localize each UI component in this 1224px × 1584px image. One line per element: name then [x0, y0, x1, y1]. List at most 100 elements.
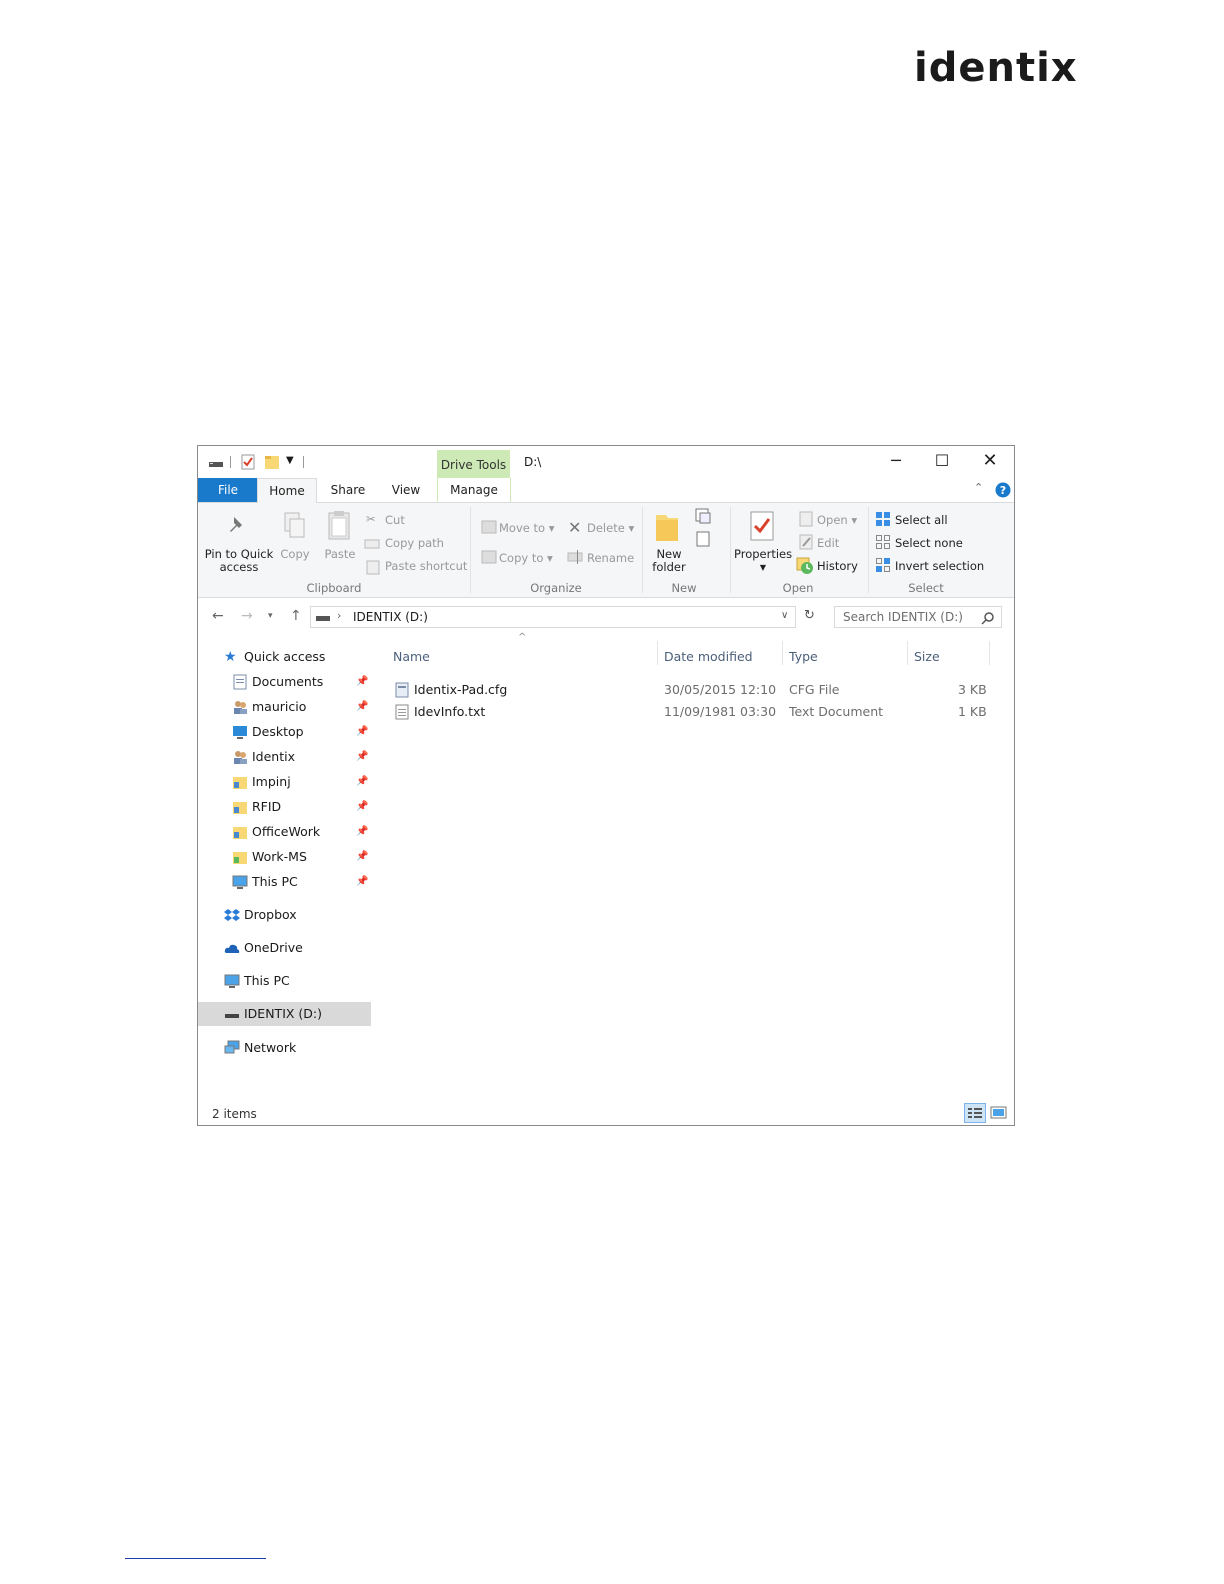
select-all-button[interactable]: Select all: [895, 513, 948, 527]
column-name[interactable]: Name: [393, 649, 430, 664]
breadcrumb-chevron-icon: ›: [337, 609, 342, 622]
file-list: ^ Name Date modified Type Size Identix-P…: [376, 632, 1014, 1096]
nav-item-this-pc-pinned[interactable]: This PC 📌: [232, 871, 372, 893]
move-to-button[interactable]: Move to ▾: [499, 521, 554, 535]
copy-path-button[interactable]: Copy path: [385, 536, 444, 550]
collapse-ribbon-icon[interactable]: ⌃: [974, 481, 983, 494]
delete-button[interactable]: Delete ▾: [587, 521, 634, 535]
nav-item-desktop[interactable]: Desktop 📌: [232, 721, 372, 743]
navigation-pane: ★ Quick access Documents 📌 mauricio 📌 De…: [198, 636, 376, 1096]
open-button[interactable]: Open ▾: [817, 513, 857, 527]
properties-qa-icon[interactable]: [240, 454, 256, 470]
address-bar-row: ← → ▾ ↑ › IDENTIX (D:) ∨ ↻ Search IDENTI…: [198, 598, 1014, 634]
nav-item-identix[interactable]: Identix 📌: [232, 746, 372, 768]
address-input[interactable]: › IDENTIX (D:) ∨: [310, 606, 796, 628]
paste-icon: [328, 511, 350, 540]
edit-button[interactable]: Edit: [817, 536, 839, 550]
open-group-label: Open: [782, 581, 814, 595]
tab-share[interactable]: Share: [322, 478, 374, 502]
pin-to-quick-access-button[interactable]: Pin to Quick access: [204, 548, 274, 574]
new-folder-qa-icon[interactable]: [264, 454, 280, 470]
computer-icon: [224, 974, 240, 988]
star-icon: ★: [224, 649, 237, 665]
forward-arrow-icon[interactable]: →: [241, 608, 253, 624]
address-dropdown-icon[interactable]: ∨: [781, 610, 788, 621]
column-date-modified[interactable]: Date modified: [664, 649, 753, 664]
dropbox-icon: [224, 909, 240, 921]
maximize-button[interactable]: ☐: [924, 451, 960, 471]
nav-item-mauricio[interactable]: mauricio 📌: [232, 696, 372, 718]
refresh-icon[interactable]: ↻: [804, 608, 815, 623]
scissors-icon: ✂: [366, 512, 376, 526]
rename-icon: [567, 550, 583, 564]
help-icon[interactable]: ?: [995, 482, 1011, 498]
tab-file[interactable]: File: [198, 478, 258, 502]
invert-selection-button[interactable]: Invert selection: [895, 559, 984, 573]
column-size[interactable]: Size: [914, 649, 940, 664]
onedrive-cloud-icon: [224, 944, 240, 953]
history-button[interactable]: History: [817, 559, 858, 573]
select-none-button[interactable]: Select none: [895, 536, 963, 550]
details-view-icon[interactable]: [964, 1103, 986, 1123]
column-type[interactable]: Type: [789, 649, 818, 664]
folder-icon: [233, 852, 247, 864]
documents-icon: [233, 674, 247, 690]
network-icon: [224, 1040, 240, 1054]
rename-button[interactable]: Rename: [587, 551, 634, 565]
drive-icon: [316, 616, 330, 621]
pin-icon: 📌: [356, 826, 369, 837]
move-to-icon: [481, 520, 497, 534]
pin-icon: 📌: [356, 701, 369, 712]
pin-icon: 📌: [356, 776, 369, 787]
desktop-icon: [233, 726, 247, 739]
properties-button[interactable]: Properties ▼: [734, 548, 792, 574]
tab-view[interactable]: View: [382, 478, 430, 502]
clipboard-group-label: Clipboard: [306, 581, 362, 595]
file-row[interactable]: Identix-Pad.cfg 30/05/2015 12:10 CFG Fil…: [376, 679, 1014, 701]
nav-item-documents[interactable]: Documents 📌: [232, 671, 372, 693]
paste-shortcut-button[interactable]: Paste shortcut: [385, 559, 467, 573]
pin-icon: 📌: [356, 876, 369, 887]
minimize-button[interactable]: ─: [878, 451, 914, 471]
pin-icon: 📌: [356, 676, 369, 687]
qa-customize-icon[interactable]: ▼: [286, 455, 294, 471]
nav-item-rfid[interactable]: RFID 📌: [232, 796, 372, 818]
new-folder-button[interactable]: New folder: [644, 548, 694, 574]
cfg-file-icon: [395, 682, 409, 698]
pin-icon: 📌: [356, 801, 369, 812]
nav-item-impinj[interactable]: Impinj 📌: [232, 771, 372, 793]
pin-icon: 📌: [356, 726, 369, 737]
new-group-label: New: [671, 581, 697, 595]
tab-manage[interactable]: Manage: [437, 478, 511, 502]
file-explorer-window: ▼ Drive Tools D:\ ─ ☐ ✕ File Home Share …: [197, 445, 1015, 1126]
folder-icon: [233, 802, 247, 814]
search-placeholder: Search IDENTIX (D:): [843, 610, 963, 624]
close-button[interactable]: ✕: [972, 451, 1008, 471]
cut-button[interactable]: Cut: [385, 513, 405, 527]
easy-access-icon[interactable]: [694, 529, 718, 549]
file-row[interactable]: IdevInfo.txt 11/09/1981 03:30 Text Docum…: [376, 701, 1014, 723]
properties-icon: [750, 511, 774, 541]
search-icon: [981, 612, 994, 625]
tab-home[interactable]: Home: [257, 478, 317, 503]
footer-link-underline: [125, 1558, 266, 1559]
computer-icon: [232, 875, 248, 889]
large-icons-view-icon[interactable]: [990, 1105, 1008, 1121]
up-arrow-icon[interactable]: ↑: [290, 608, 302, 624]
copy-button[interactable]: Copy: [278, 548, 312, 561]
copy-to-button[interactable]: Copy to ▾: [499, 551, 553, 565]
recent-locations-icon[interactable]: ▾: [268, 611, 273, 621]
item-count: 2 items: [212, 1107, 257, 1121]
history-icon: [796, 557, 813, 574]
back-arrow-icon[interactable]: ←: [212, 608, 224, 624]
paste-button[interactable]: Paste: [320, 548, 360, 561]
ribbon-home: Pin to Quick access Copy Paste ✂ Cut Cop…: [198, 503, 1014, 598]
new-item-icon[interactable]: [694, 507, 718, 527]
svg-text:?: ?: [1000, 484, 1006, 497]
copy-path-icon: [364, 539, 380, 549]
search-input[interactable]: Search IDENTIX (D:): [834, 606, 1002, 628]
select-all-icon: [876, 512, 890, 526]
nav-item-work-ms[interactable]: Work-MS 📌: [232, 846, 372, 868]
pin-icon: [230, 517, 242, 532]
nav-item-officework[interactable]: OfficeWork 📌: [232, 821, 372, 843]
